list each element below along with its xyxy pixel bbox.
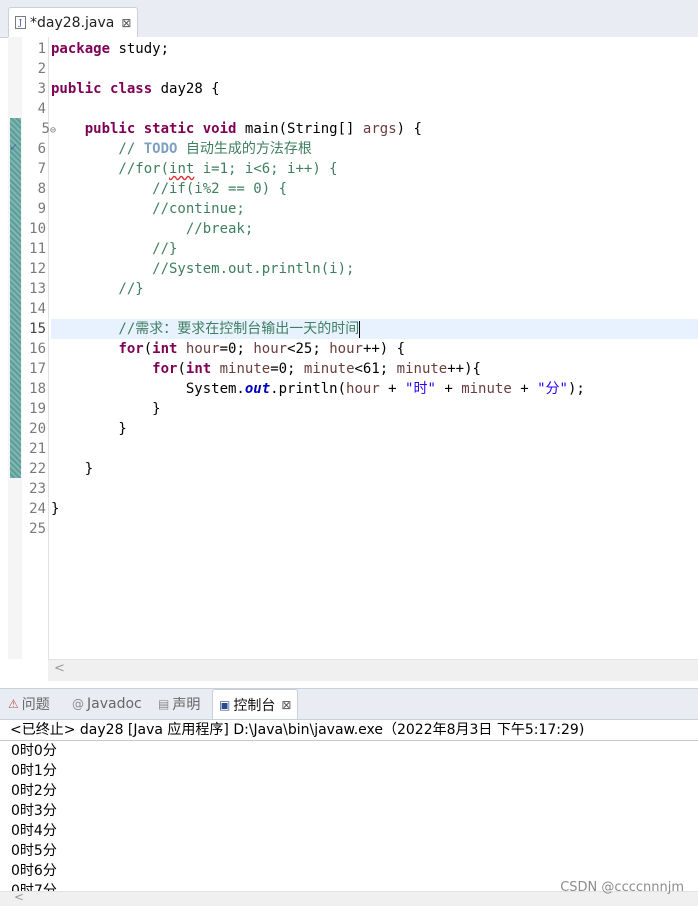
- code-line-13: //}: [51, 281, 144, 297]
- scroll-left-icon[interactable]: <: [14, 890, 24, 904]
- console-line: 0时1分: [11, 763, 57, 779]
- line-number: 22: [29, 461, 46, 477]
- tab-declaration-label: 声明: [172, 697, 201, 713]
- line-number: 24: [29, 501, 46, 517]
- line-number: 10: [29, 221, 46, 237]
- line-number: 25: [29, 521, 46, 537]
- java-file-icon: J: [15, 16, 26, 29]
- console-status-header: <已终止> day28 [Java 应用程序] D:\Java\bin\java…: [0, 719, 698, 741]
- line-number: 21: [29, 441, 46, 457]
- close-icon[interactable]: ⊠: [121, 16, 131, 30]
- line-number: 8: [37, 181, 46, 197]
- console-line: 0时0分: [11, 743, 57, 759]
- code-line-20: }: [51, 421, 127, 437]
- line-number-current: 15: [29, 321, 46, 337]
- tab-console[interactable]: ▣ 控制台 ⊠: [212, 689, 299, 719]
- line-number: 11: [29, 241, 46, 257]
- code-line-3: public class day28 {: [51, 81, 220, 97]
- tab-console-label: 控制台: [233, 697, 276, 714]
- console-line: 0时3分: [11, 803, 57, 819]
- code-line-10: //break;: [51, 221, 254, 237]
- console-line: 0时5分: [11, 843, 57, 859]
- line-number: 1: [37, 41, 46, 57]
- tab-problems[interactable]: ⚠ 问题: [8, 689, 50, 719]
- code-line-19: }: [51, 401, 161, 417]
- line-number: 19: [29, 401, 46, 417]
- javadoc-icon: @: [72, 697, 84, 711]
- line-number-gutter: 1 2 3 4 5⊖ 6 7 8 9 10 11 12 13 14 15 16 …: [22, 37, 56, 659]
- declaration-icon: ▤: [158, 697, 170, 711]
- console-line: 0时6分: [11, 863, 57, 879]
- line-number: 4: [37, 101, 46, 117]
- editor-tab-bar: J *day28.java ⊠: [0, 0, 698, 38]
- tab-declaration[interactable]: ▤ 声明: [158, 689, 200, 719]
- watermark: CSDN @ccccnnnjm: [560, 880, 684, 895]
- tab-javadoc-label: Javadoc: [87, 696, 142, 712]
- close-icon[interactable]: ⊠: [281, 698, 291, 712]
- line-number: 13: [29, 281, 46, 297]
- code-line-5: public static void main(String[] args) {: [84, 121, 422, 137]
- code-line-17: for(int minute=0; minute<61; minute++){: [152, 361, 481, 377]
- line-number: 3: [37, 81, 46, 97]
- code-line-15: //需求：要求在控制台输出一天的时间: [51, 320, 361, 338]
- code-editor[interactable]: ✓ 1 2 3 4 5⊖ 6 7 8 9 10 11 12 13 14 15 1…: [8, 37, 698, 681]
- annotation-ruler: ✓: [8, 37, 22, 659]
- code-line-11: //}: [51, 241, 178, 257]
- text-caret: [359, 320, 361, 338]
- change-marker: [10, 118, 21, 478]
- tab-javadoc[interactable]: @ Javadoc: [72, 689, 142, 719]
- task-marker-icon: ✓: [9, 141, 19, 154]
- code-line-1: package study;: [51, 41, 170, 57]
- problems-icon: ⚠: [8, 697, 19, 711]
- code-line-6: // TODO 自动生成的方法存根: [51, 141, 312, 157]
- view-tab-bar: ⚠ 问题 @ Javadoc ▤ 声明 ▣ 控制台 ⊠: [0, 688, 698, 720]
- code-text[interactable]: package study; public class day28 { publ…: [51, 37, 698, 659]
- code-line-9: //continue;: [51, 201, 245, 217]
- code-line-22: }: [51, 461, 94, 477]
- line-number: 12: [29, 261, 46, 277]
- tab-problems-label: 问题: [21, 697, 50, 713]
- editor-tab-title: *day28.java: [30, 14, 115, 31]
- line-number: 7: [37, 161, 46, 177]
- line-number: 23: [29, 481, 46, 497]
- console-line: 0时4分: [11, 823, 57, 839]
- console-icon: ▣: [219, 697, 231, 712]
- editor-horizontal-scrollbar[interactable]: <: [48, 659, 698, 681]
- code-line-16: for(int hour=0; hour<25; hour++) {: [118, 341, 406, 357]
- line-number: 6: [37, 141, 46, 157]
- line-number: 9: [37, 201, 46, 217]
- line-number: 2: [37, 61, 46, 77]
- code-line-12: //System.out.println(i);: [51, 261, 355, 277]
- line-number: 17: [29, 361, 46, 377]
- line-number: 20: [29, 421, 46, 437]
- editor-tab-day28[interactable]: J *day28.java ⊠: [8, 7, 138, 37]
- scroll-left-icon[interactable]: <: [54, 661, 65, 676]
- line-number: 18: [29, 381, 46, 397]
- console-line: 0时2分: [11, 783, 57, 799]
- console-output[interactable]: 0时0分 0时1分 0时2分 0时3分 0时4分 0时5分 0时6分 0时7分: [0, 741, 698, 891]
- code-line-24: }: [51, 501, 60, 517]
- code-line-7: //for(int i=1; i<6; i++) {: [51, 161, 338, 177]
- line-number: 14: [29, 301, 46, 317]
- code-line-18: System.out.println(hour + "时" + minute +…: [51, 381, 585, 397]
- line-number: 16: [29, 341, 46, 357]
- code-line-8: //if(i%2 == 0) {: [51, 181, 288, 197]
